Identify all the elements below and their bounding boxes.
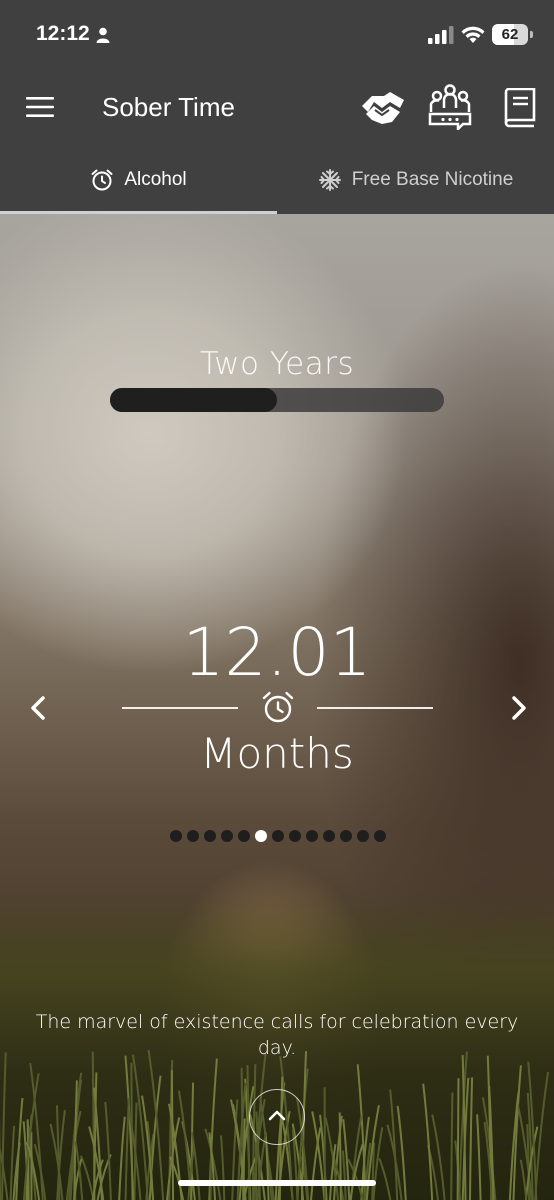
cellular-signal-icon: [428, 26, 454, 44]
milestone-progress-fill: [110, 388, 277, 412]
app-bar: Sober Time: [0, 70, 554, 145]
app-title: Sober Time: [102, 92, 235, 122]
page-dot[interactable]: [238, 830, 250, 842]
page-dot[interactable]: [357, 830, 369, 842]
page-dot[interactable]: [323, 830, 335, 842]
page-dot[interactable]: [204, 830, 216, 842]
divider-left: [122, 707, 238, 709]
wifi-icon: [461, 26, 485, 43]
page-dot[interactable]: [170, 830, 182, 842]
page-dot[interactable]: [289, 830, 301, 842]
page-dot[interactable]: [255, 830, 267, 842]
motivational-quote: The marvel of existence calls for celebr…: [35, 1011, 519, 1059]
divider-right: [317, 707, 433, 709]
page-indicator: [170, 830, 386, 844]
tab-label: Alcohol: [124, 168, 187, 190]
chevron-up-icon: [268, 1110, 286, 1121]
milestone-label: Two Years: [199, 346, 355, 382]
sober-counter-value: 12.01: [182, 614, 372, 691]
battery-nub: [530, 31, 533, 38]
chevron-left-icon[interactable]: [24, 692, 52, 724]
milestone-progress-bar: [110, 388, 444, 412]
sober-counter-unit: Months: [200, 729, 354, 778]
tab-alcohol[interactable]: Alcohol: [0, 145, 277, 214]
group-icon[interactable]: [425, 84, 475, 130]
page-dot[interactable]: [221, 830, 233, 842]
tab-label: Free Base Nicotine: [351, 168, 514, 190]
tab-bar: Alcohol Free Base Nicotine: [0, 145, 554, 214]
expand-up-button[interactable]: [249, 1089, 305, 1145]
hero-background: Two Years 12.01 Months The marvel of exi…: [0, 214, 554, 1200]
menu-icon[interactable]: [26, 96, 54, 118]
status-bar: 12:12 62: [0, 0, 554, 70]
page-dot[interactable]: [374, 830, 386, 842]
page-dot[interactable]: [272, 830, 284, 842]
battery-indicator: 62: [492, 24, 528, 45]
page-dot[interactable]: [187, 830, 199, 842]
chevron-right-icon[interactable]: [505, 692, 533, 724]
handshake-icon[interactable]: [360, 88, 406, 128]
person-icon: [96, 27, 110, 43]
page-dot[interactable]: [340, 830, 352, 842]
book-icon[interactable]: [502, 88, 536, 128]
alarm-clock-icon: [262, 691, 294, 723]
tab-free-base-nicotine[interactable]: Free Base Nicotine: [277, 145, 554, 214]
home-indicator[interactable]: [178, 1180, 376, 1186]
page-dot[interactable]: [306, 830, 318, 842]
alarm-clock-icon: [91, 169, 113, 190]
status-time: 12:12: [36, 22, 90, 45]
battery-level: 62: [501, 26, 519, 43]
snowflake-icon: [318, 168, 341, 191]
